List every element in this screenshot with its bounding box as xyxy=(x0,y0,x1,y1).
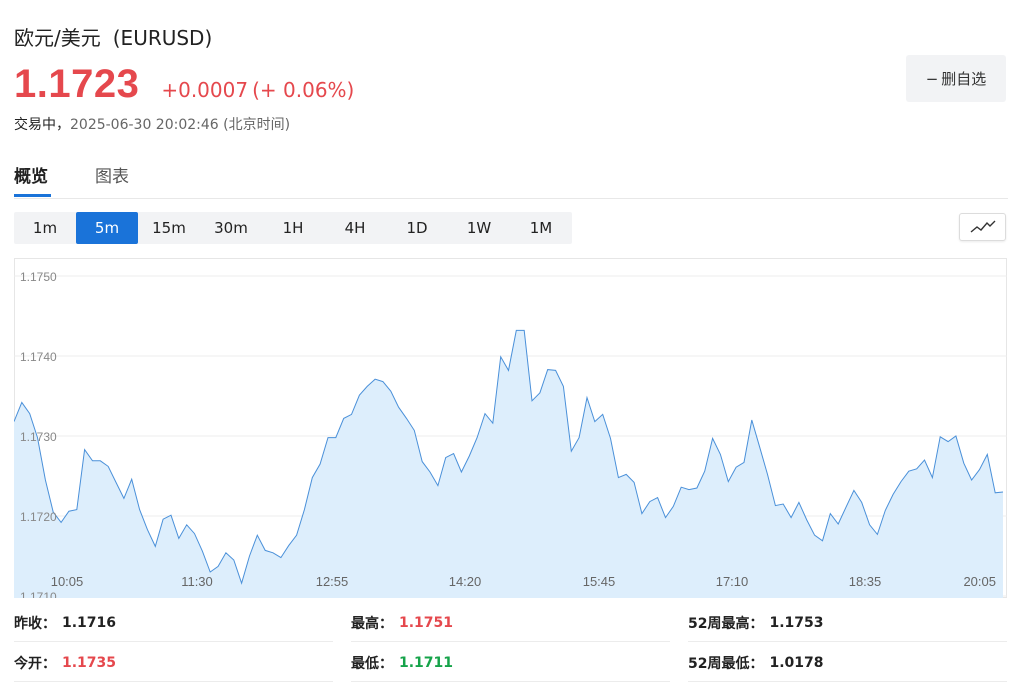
stat-52w-high: 52周最高： 1.1753 xyxy=(688,604,1007,642)
stat-label: 52周最高： xyxy=(688,615,764,632)
x-tick-label: 15:45 xyxy=(583,574,616,589)
price-chart[interactable]: 1.1750 1.1740 1.1730 1.1720 1.1710 10:05 11:30… xyxy=(13,258,1007,604)
instrument-title: 欧元/美元 (EURUSD) xyxy=(14,22,212,51)
quote-datetime: 2025-06-30 20:02:46 xyxy=(70,117,219,133)
period-1w[interactable]: 1W xyxy=(448,212,510,244)
x-tick-label: 18:35 xyxy=(849,574,882,589)
period-1m[interactable]: 1m xyxy=(14,212,76,244)
period-5m[interactable]: 5m xyxy=(76,212,138,244)
y-tick-label: 1.1750 xyxy=(20,270,57,284)
stat-label: 今开： xyxy=(14,655,56,672)
stat-low: 最低： 1.1711 xyxy=(351,644,670,682)
x-tick-label: 11:30 xyxy=(181,574,213,589)
chart-type-button[interactable] xyxy=(959,213,1006,241)
stat-value: 1.1753 xyxy=(769,614,824,631)
y-tick-label: 1.1710 xyxy=(20,590,57,598)
tab-overview[interactable]: 概览 xyxy=(14,162,48,187)
x-tick-label: 12:55 xyxy=(316,574,349,589)
x-tick-label: 17:10 xyxy=(716,574,749,589)
line-chart-icon xyxy=(970,220,995,233)
last-price: 1.1723 xyxy=(14,62,140,106)
stat-label: 最低： xyxy=(351,655,393,672)
stat-52w-low: 52周最低： 1.0178 xyxy=(688,644,1007,682)
stat-value: 1.1735 xyxy=(62,654,117,671)
change-percent: (+ 0.06%) xyxy=(252,78,355,102)
x-tick-label: 10:05 xyxy=(51,574,84,589)
stat-value: 1.1711 xyxy=(399,654,454,671)
period-4h[interactable]: 4H xyxy=(324,212,386,244)
stat-open: 今开： 1.1735 xyxy=(14,644,333,682)
period-15m[interactable]: 15m xyxy=(138,212,200,244)
stat-label: 52周最低： xyxy=(688,655,764,672)
stat-prev-close: 昨收： 1.1716 xyxy=(14,604,333,642)
x-tick-label: 20:05 xyxy=(963,574,996,589)
period-1h[interactable]: 1H xyxy=(262,212,324,244)
stat-label: 最高： xyxy=(351,615,393,632)
y-tick-label: 1.1720 xyxy=(20,510,57,524)
period-1mo[interactable]: 1M xyxy=(510,212,572,244)
remove-watchlist-label: 删自选 xyxy=(941,70,987,88)
quote-row: 1.1723 +0.0007 (+ 0.06%) xyxy=(14,62,354,107)
stat-high: 最高： 1.1751 xyxy=(351,604,670,642)
chart-svg: 1.1750 1.1740 1.1730 1.1720 1.171010:05 11:30… xyxy=(13,258,1007,604)
remove-watchlist-button[interactable]: − 删自选 xyxy=(906,55,1006,102)
y-tick-label: 1.1730 xyxy=(20,430,57,444)
period-30m[interactable]: 30m xyxy=(200,212,262,244)
change-value: +0.0007 xyxy=(161,78,249,102)
period-selector: 1m 5m 15m 30m 1H 4H 1D 1W 1M xyxy=(14,212,572,244)
active-tab-indicator xyxy=(14,194,51,197)
tab-bar: 概览 图表 xyxy=(14,160,1008,199)
stat-value: 1.0178 xyxy=(769,654,824,671)
minus-icon: − xyxy=(925,69,939,88)
instrument-name: 欧元/美元 xyxy=(14,26,101,50)
stat-value: 1.1716 xyxy=(62,614,117,631)
stat-label: 昨收： xyxy=(14,615,56,632)
x-tick-label: 14:20 xyxy=(449,574,482,589)
tab-chart[interactable]: 图表 xyxy=(95,162,129,187)
timezone-label: (北京时间) xyxy=(223,117,291,133)
trading-status: 交易中，2025-06-30 20:02:46 (北京时间) xyxy=(14,114,290,134)
stat-value: 1.1751 xyxy=(399,614,454,631)
status-text: 交易中， xyxy=(14,117,70,133)
period-1d[interactable]: 1D xyxy=(386,212,448,244)
price-change: +0.0007 (+ 0.06%) xyxy=(161,78,354,102)
instrument-code: (EURUSD) xyxy=(112,26,213,50)
y-tick-label: 1.1740 xyxy=(20,350,57,364)
